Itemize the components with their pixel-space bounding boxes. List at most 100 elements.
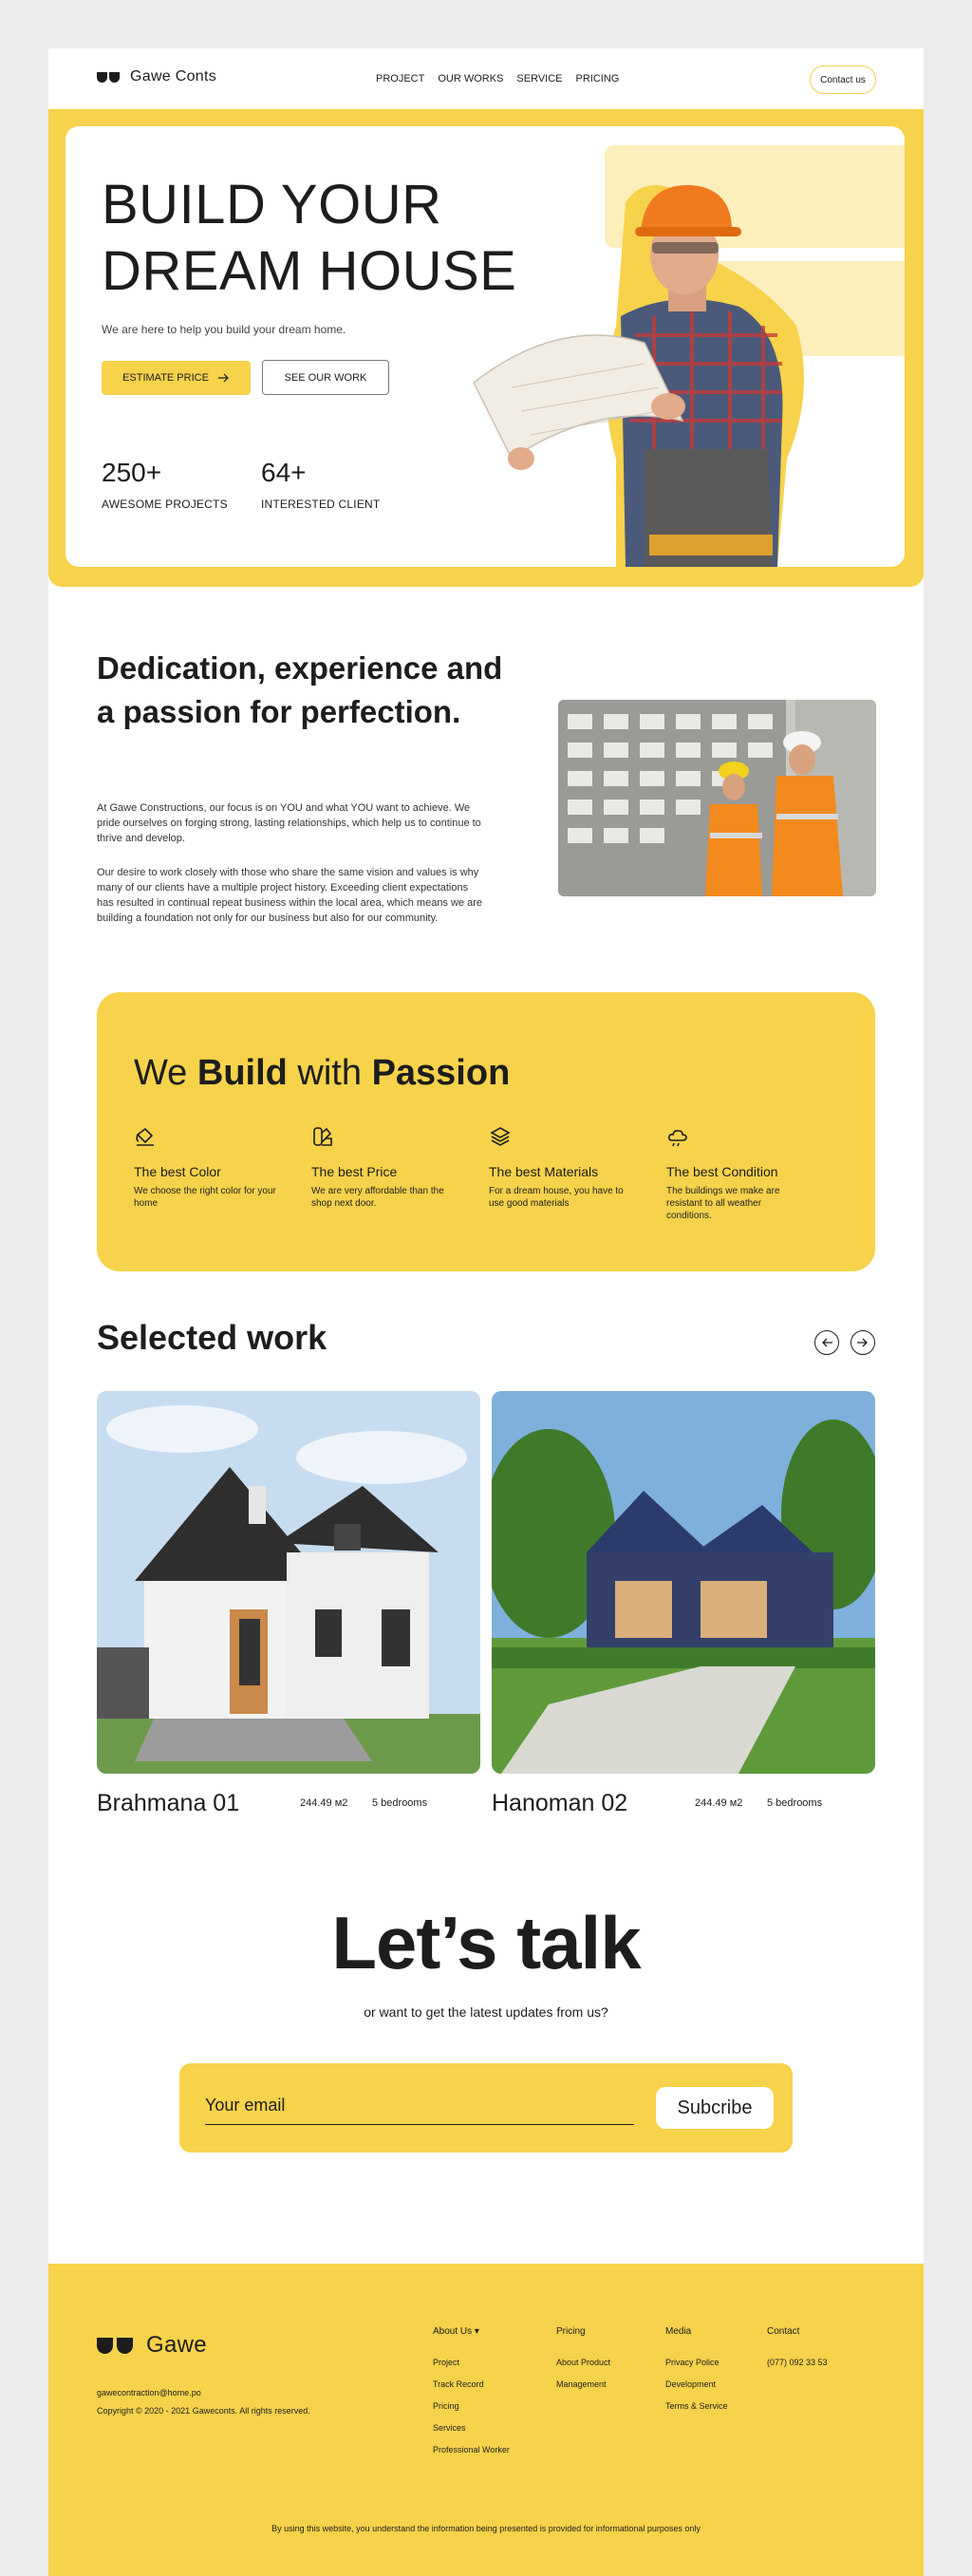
hero-subtitle: We are here to help you build your dream… bbox=[102, 323, 346, 336]
work-area: 244.49 м2 bbox=[300, 1797, 348, 1809]
see-our-work-button[interactable]: SEE OUR WORK bbox=[262, 360, 389, 395]
footer-logo-text: Gawe bbox=[146, 2332, 207, 2358]
footer-column-media: Media Privacy Police Development Terms &… bbox=[665, 2326, 728, 2423]
footer-link[interactable]: Project bbox=[433, 2358, 510, 2367]
estimate-price-label: ESTIMATE PRICE bbox=[122, 372, 209, 384]
dedication-title: Dedication, experience and a passion for… bbox=[97, 650, 503, 729]
footer-phone[interactable]: (077) 092 33 53 bbox=[767, 2358, 828, 2367]
footer-column-head[interactable]: About Us ▾ bbox=[433, 2326, 510, 2337]
dedication-paragraph: Our desire to work closely with those wh… bbox=[97, 867, 483, 924]
prev-button[interactable] bbox=[814, 1330, 839, 1355]
contact-us-button[interactable]: Contact us bbox=[810, 66, 876, 94]
footer-head-label: About Us bbox=[433, 2326, 473, 2337]
footer-logo[interactable]: Gawe bbox=[97, 2332, 207, 2359]
cloud-weather-icon bbox=[668, 1130, 687, 1147]
feature-name: The best Condition bbox=[666, 1164, 778, 1179]
construction-worker-image bbox=[473, 184, 804, 567]
email-input[interactable] bbox=[205, 2087, 634, 2125]
stat-value: 250+ bbox=[102, 458, 162, 487]
stat-label: INTERESTED CLIENT bbox=[261, 498, 381, 511]
nav-links: PROJECT OUR WORKS SERVICE PRICING bbox=[376, 73, 619, 85]
footer-link[interactable]: Terms & Service bbox=[665, 2401, 728, 2411]
footer-link[interactable]: Services bbox=[433, 2423, 510, 2433]
feature-desc: We choose the right color for your home bbox=[134, 1186, 276, 1209]
logo-mark-icon bbox=[97, 2336, 135, 2355]
work-area: 244.49 м2 bbox=[695, 1797, 743, 1809]
work-card[interactable]: Brahmana 01 244.49 м2 5 bedrooms bbox=[97, 1391, 480, 1816]
footer-column-contact: Contact (077) 092 33 53 bbox=[767, 2326, 828, 2379]
feature-name: The best Color bbox=[134, 1164, 221, 1179]
nav-link-project[interactable]: PROJECT bbox=[376, 73, 424, 85]
footer-column-head: Pricing bbox=[556, 2326, 586, 2337]
feature-desc: The buildings we make are resistant to a… bbox=[666, 1186, 780, 1221]
passion-title: We Build with Passion bbox=[134, 1053, 510, 1094]
next-button[interactable] bbox=[850, 1330, 875, 1355]
arrow-right-icon bbox=[857, 1338, 868, 1347]
estimate-price-button[interactable]: ESTIMATE PRICE bbox=[102, 361, 251, 395]
feature-desc: We are very affordable than the shop nex… bbox=[311, 1186, 444, 1209]
feature-name: The best Materials bbox=[489, 1164, 599, 1179]
work-name: Hanoman 02 bbox=[492, 1790, 628, 1816]
lets-talk-subtitle: or want to get the latest updates from u… bbox=[364, 2004, 608, 2020]
footer-link[interactable]: About Product bbox=[556, 2358, 610, 2367]
logo[interactable]: Gawe Conts bbox=[97, 68, 216, 85]
swatch-icon bbox=[313, 1127, 332, 1146]
footer-link[interactable]: Development bbox=[665, 2379, 728, 2389]
footer-link[interactable]: Track Record bbox=[433, 2379, 510, 2389]
footer-column-head: Media bbox=[665, 2326, 692, 2337]
work-bedrooms: 5 bedrooms bbox=[372, 1797, 428, 1809]
footer-copyright: Copyright © 2020 - 2021 Gaweconts. All r… bbox=[97, 2406, 310, 2416]
arrow-left-icon bbox=[822, 1338, 832, 1347]
work-card[interactable]: Hanoman 02 244.49 м2 5 bedrooms bbox=[482, 1391, 886, 1816]
passion-title-part: with bbox=[287, 1053, 372, 1093]
stat-value: 64+ bbox=[261, 458, 307, 487]
stat-clients: 64+ INTERESTED CLIENT bbox=[261, 458, 380, 511]
passion-title-part: We bbox=[134, 1053, 197, 1093]
dedication-paragraph: At Gawe Constructions, our focus is on Y… bbox=[97, 802, 481, 844]
nav-link-pricing[interactable]: PRICING bbox=[576, 73, 620, 85]
page: Gawe Conts PROJECT OUR WORKS SERVICE PRI… bbox=[48, 48, 924, 2576]
hero-section: BUILD YOUR DREAM HOUSE We are here to he… bbox=[48, 109, 924, 587]
selected-work-title: Selected work bbox=[97, 1318, 327, 1357]
footer-column-head: Contact bbox=[767, 2326, 800, 2337]
work-meta: Brahmana 01 244.49 м2 5 bedrooms bbox=[97, 1778, 480, 1816]
stat-label: AWESOME PROJECTS bbox=[102, 498, 228, 511]
footer-link[interactable]: Management bbox=[556, 2379, 610, 2389]
nav-link-our-works[interactable]: OUR WORKS bbox=[438, 73, 503, 85]
feature-desc: For a dream house, you have to use good … bbox=[489, 1186, 624, 1209]
feature-materials: The best Materials For a dream house, yo… bbox=[489, 1125, 631, 1210]
feature-color: The best Color We choose the right color… bbox=[134, 1125, 276, 1210]
construction-site-image bbox=[558, 700, 876, 896]
footer-link[interactable]: Pricing bbox=[433, 2401, 510, 2411]
feature-name: The best Price bbox=[311, 1164, 398, 1179]
arrow-right-icon bbox=[217, 373, 229, 383]
feature-condition: The best Condition The buildings we make… bbox=[666, 1125, 809, 1222]
feature-price: The best Price We are very affordable th… bbox=[311, 1125, 454, 1210]
layers-icon bbox=[490, 1127, 511, 1146]
footer: Gawe gawecontraction@home.po Copyright ©… bbox=[48, 2264, 924, 2576]
passion-title-bold: Build bbox=[196, 1053, 288, 1093]
stat-projects: 250+ AWESOME PROJECTS bbox=[102, 458, 228, 511]
footer-email[interactable]: gawecontraction@home.po bbox=[97, 2388, 201, 2397]
passion-title-bold: Passion bbox=[371, 1053, 511, 1093]
logo-mark-icon bbox=[97, 70, 122, 84]
subscribe-box: Subcribe bbox=[179, 2063, 793, 2153]
footer-link[interactable]: Privacy Police bbox=[665, 2358, 728, 2367]
logo-text: Gawe Conts bbox=[130, 68, 217, 85]
footer-disclaimer: By using this website, you understand th… bbox=[271, 2524, 701, 2533]
nav-link-service[interactable]: SERVICE bbox=[516, 73, 562, 85]
lets-talk-title: Let’s talk bbox=[331, 1901, 641, 1984]
work-meta: Hanoman 02 244.49 м2 5 bedrooms bbox=[492, 1778, 875, 1816]
footer-column-pricing: Pricing About Product Management bbox=[556, 2326, 610, 2401]
house-image bbox=[482, 1391, 886, 1774]
subscribe-button[interactable]: Subcribe bbox=[656, 2087, 774, 2129]
paint-bucket-icon bbox=[136, 1127, 154, 1146]
footer-column-about: About Us ▾ Project Track Record Pricing … bbox=[433, 2326, 510, 2467]
footer-link[interactable]: Professional Worker bbox=[433, 2445, 510, 2454]
passion-section: We Build with Passion The best Color We … bbox=[97, 992, 875, 1271]
house-image bbox=[97, 1391, 480, 1774]
top-nav: Gawe Conts PROJECT OUR WORKS SERVICE PRI… bbox=[48, 48, 924, 109]
work-bedrooms: 5 bedrooms bbox=[767, 1797, 823, 1809]
caret-down-icon: ▾ bbox=[474, 2326, 479, 2337]
hero-card: BUILD YOUR DREAM HOUSE We are here to he… bbox=[65, 126, 905, 567]
